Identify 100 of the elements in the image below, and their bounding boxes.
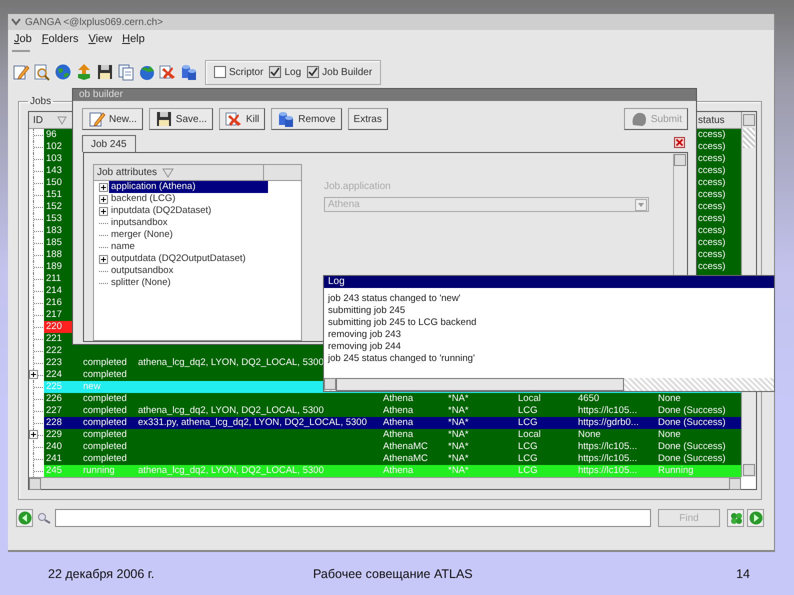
table-cell: 103 bbox=[46, 153, 62, 164]
table-cell: 223 bbox=[46, 357, 62, 368]
checkbox[interactable] bbox=[269, 66, 282, 78]
table-cell: Running bbox=[658, 465, 694, 476]
tree-item[interactable]: inputdata (DQ2Dataset) bbox=[109, 205, 214, 217]
menu-item[interactable]: Folders bbox=[42, 33, 78, 45]
window-title: GANGA <@lxplus069.cern.ch> bbox=[25, 16, 163, 28]
table-cell: Athena bbox=[383, 465, 414, 476]
tree-item[interactable]: merger (None) bbox=[109, 229, 175, 241]
tab[interactable]: Job 245 bbox=[82, 135, 136, 152]
table-cell: ccess) bbox=[698, 201, 726, 212]
tree-item[interactable]: outputsandbox bbox=[109, 265, 176, 277]
checkbox-label: Log bbox=[284, 66, 302, 78]
table-cell: ex331.py, athena_lcg_dq2, LYON, DQ2_LOCAL, 5300 bbox=[138, 417, 367, 428]
table-cell: ccess) bbox=[698, 177, 726, 188]
table-cell: LCG bbox=[518, 465, 538, 476]
table-cell: 152 bbox=[46, 201, 62, 212]
menu-item[interactable]: Job bbox=[14, 33, 32, 45]
scrollbar[interactable] bbox=[29, 477, 741, 489]
table-cell: 151 bbox=[46, 189, 62, 200]
forward-button[interactable] bbox=[747, 509, 764, 527]
table-row[interactable]: 227 completed athena_lcg_dq2, LYON, DQ2_LOCAL, 5300 Athena *NA* LCG https://lc105... Done (Success) bbox=[44, 405, 741, 417]
table-cell: *NA* bbox=[448, 393, 469, 404]
table-cell: Athena bbox=[383, 429, 414, 440]
table-cell: Done (Success) bbox=[658, 417, 726, 428]
globe-icon bbox=[54, 63, 72, 81]
search-field[interactable] bbox=[55, 509, 651, 527]
log-line: removing job 244 bbox=[328, 341, 402, 353]
log-line: submitting job 245 bbox=[328, 305, 406, 317]
table-cell: 240 bbox=[46, 441, 62, 452]
globe-icon bbox=[138, 63, 156, 81]
floppy-icon bbox=[96, 63, 114, 81]
table-cell: *NA* bbox=[448, 417, 469, 428]
checkbox-label: Scriptor bbox=[229, 66, 264, 78]
table-cell: 102 bbox=[46, 141, 62, 152]
table-row[interactable]: 229 completed Athena *NA* Local None None bbox=[44, 429, 741, 441]
back-button[interactable] bbox=[16, 509, 33, 527]
footer-date: 22 декабря 2006 г. bbox=[48, 566, 156, 580]
table-cell: completed bbox=[83, 369, 127, 380]
menu-item[interactable]: Help bbox=[122, 33, 145, 45]
table-cell: athena_lcg_dq2, LYON, DQ2_LOCAL, 5300 bbox=[138, 357, 324, 368]
table-cell: 150 bbox=[46, 177, 62, 188]
tree-item[interactable]: backend (LCG) bbox=[109, 193, 178, 205]
chevron-icon bbox=[11, 18, 21, 26]
toolbar-button[interactable]: Kill bbox=[218, 108, 266, 130]
tree-item[interactable]: inputsandbox bbox=[109, 217, 170, 229]
column-header[interactable]: ID bbox=[29, 114, 55, 126]
table-row[interactable]: 228 completed ex331.py, athena_lcg_dq2, LYON, DQ2_LOCAL, 5300 Athena *NA* LCG https://gdrb0... Done (Success) bbox=[44, 417, 741, 429]
table-cell: *NA* bbox=[448, 453, 469, 464]
menu-item[interactable]: View bbox=[88, 33, 112, 45]
tree-item[interactable]: splitter (None) bbox=[109, 277, 173, 289]
table-cell: 222 bbox=[46, 345, 62, 356]
cylinders-icon bbox=[277, 110, 296, 128]
table-row[interactable]: 241 completed AthenaMC *NA* LCG https://lc105... Done (Success) bbox=[44, 453, 741, 465]
table-cell: ccess) bbox=[698, 129, 726, 140]
log-line: job 245 status changed to 'running' bbox=[328, 353, 476, 365]
toolbar-button[interactable]: Remove bbox=[271, 108, 342, 130]
table-cell: completed bbox=[83, 357, 127, 368]
toolbar-button[interactable]: Save... bbox=[148, 108, 213, 130]
pencil-icon bbox=[88, 110, 106, 128]
table-cell: completed bbox=[83, 429, 127, 440]
table-cell: ccess) bbox=[698, 225, 726, 236]
table-cell: 221 bbox=[46, 333, 62, 344]
table-row[interactable]: 240 completed AthenaMC *NA* LCG https://lc105... Done (Success) bbox=[44, 441, 741, 453]
table-cell: Athena bbox=[383, 405, 414, 416]
tree-item[interactable]: outputdata (DQ2OutputDataset) bbox=[109, 253, 248, 265]
table-cell: LCG bbox=[518, 405, 538, 416]
tree-item[interactable]: name bbox=[109, 241, 137, 253]
table-cell: https://lc105... bbox=[578, 441, 638, 452]
table-cell: https://lc105... bbox=[578, 465, 638, 476]
table-cell: *NA* bbox=[448, 405, 469, 416]
table-cell: None bbox=[658, 393, 681, 404]
checkbox[interactable] bbox=[214, 66, 226, 78]
table-row[interactable]: 226 completed Athena *NA* Local 4650 None bbox=[44, 393, 741, 405]
toolbar-button[interactable]: New... bbox=[82, 108, 143, 130]
table-cell: 211 bbox=[46, 273, 62, 284]
sort-icon bbox=[57, 116, 67, 124]
checkbox-label: Job Builder bbox=[322, 66, 372, 78]
table-cell: Done (Success) bbox=[658, 405, 726, 416]
table-cell: ccess) bbox=[698, 249, 726, 260]
footer-title: Рабочее совещание ATLAS bbox=[313, 566, 473, 580]
table-cell: new bbox=[83, 381, 100, 392]
tree-item[interactable]: application (Athena) bbox=[109, 181, 268, 193]
table-cell: 4650 bbox=[578, 393, 600, 404]
table-cell: 226 bbox=[46, 393, 62, 404]
search-icon bbox=[37, 512, 51, 524]
page-number: 14 bbox=[736, 566, 750, 580]
scrollbar[interactable] bbox=[324, 378, 774, 391]
clover-button[interactable] bbox=[727, 509, 744, 527]
table-cell: 183 bbox=[46, 225, 62, 236]
table-cell: athena_lcg_dq2, LYON, DQ2_LOCAL, 5300 bbox=[138, 405, 324, 416]
floppy-icon bbox=[154, 110, 173, 128]
table-cell: 228 bbox=[46, 417, 62, 428]
table-cell: 245 bbox=[46, 465, 62, 476]
table-cell: LCG bbox=[518, 417, 538, 428]
log-line: removing job 243 bbox=[328, 329, 402, 341]
table-cell: ccess) bbox=[698, 153, 726, 164]
checkbox[interactable] bbox=[307, 66, 320, 78]
toolbar-button[interactable]: Extras bbox=[348, 108, 388, 130]
table-cell: 143 bbox=[46, 165, 62, 176]
